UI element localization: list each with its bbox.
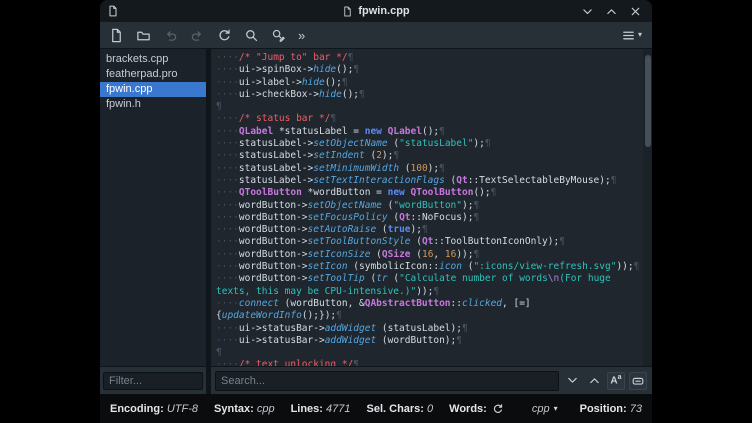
code-line: ····/* status bar */¶ xyxy=(216,113,643,125)
main-area: brackets.cppfeatherpad.profpwin.cppfpwin… xyxy=(100,49,652,366)
file-list-item[interactable]: brackets.cpp xyxy=(100,52,206,67)
status-item: Sel. Chars: 0 xyxy=(367,403,434,415)
file-list-item[interactable]: featherpad.pro xyxy=(100,67,206,82)
code-line: ····wordButton->setIconSize (QSize (16, … xyxy=(216,249,643,261)
status-item: Encoding: UTF-8 xyxy=(110,403,198,415)
window-title: fpwin.cpp xyxy=(358,5,409,17)
editor-area: ····/* "Jump to" bar */¶····ui->spinBox-… xyxy=(211,49,652,366)
word-count-refresh-icon[interactable] xyxy=(492,403,504,415)
status-item: Lines: 4771 xyxy=(291,403,351,415)
status-right: cpp ▾ Position: 73 xyxy=(532,403,642,415)
code-line: ····ui->statusBar->addWidget (statusLabe… xyxy=(216,323,643,335)
words-label: Words: xyxy=(449,403,487,415)
code-line: ····wordButton->setAutoRaise (true);¶ xyxy=(216,224,643,236)
code-line: ····wordButton->setFocusPolicy (Qt::NoFo… xyxy=(216,212,643,224)
featherpad-window: fpwin.cpp xyxy=(100,0,652,423)
chevron-down-icon: ▾ xyxy=(638,31,642,39)
code-line: ····statusLabel->setObjectName ("statusL… xyxy=(216,138,643,150)
code-line: ····QLabel *statusLabel = new QLabel();¶ xyxy=(216,126,643,138)
code-line: ····QToolButton *wordButton = new QToolB… xyxy=(216,187,643,199)
position-label: Position: xyxy=(580,403,627,415)
window-controls xyxy=(580,4,652,19)
code-line: ····wordButton->setToolButtonStyle (Qt::… xyxy=(216,236,643,248)
file-list-item[interactable]: fpwin.h xyxy=(100,97,206,112)
scrollbar-handle[interactable] xyxy=(645,55,651,147)
match-case-icon: Aa xyxy=(610,374,621,386)
title-doc-icon xyxy=(342,6,353,17)
app-icon[interactable] xyxy=(107,5,119,17)
code-line: {updateWordInfo();});¶ xyxy=(216,310,643,322)
toolbar-overflow-chevron[interactable]: » xyxy=(296,29,307,42)
code-lines[interactable]: ····/* "Jump to" bar */¶····ui->spinBox-… xyxy=(211,49,643,366)
minimize-icon[interactable] xyxy=(580,4,595,19)
status-item: Syntax: cpp xyxy=(214,403,275,415)
position-indicator: Position: 73 xyxy=(580,403,642,415)
maximize-icon[interactable] xyxy=(604,4,619,19)
code-line: ····ui->spinBox->hide();¶ xyxy=(216,64,643,76)
statusbar: Encoding: UTF-8 Syntax: cpp Lines: 4771 Sel… xyxy=(100,394,652,423)
editor-scrollbar[interactable] xyxy=(643,49,652,366)
code-line: ····ui->statusBar->addWidget (wordButton… xyxy=(216,335,643,347)
file-list[interactable]: brackets.cppfeatherpad.profpwin.cppfpwin… xyxy=(100,49,206,366)
code-line: ····ui->label->hide();¶ xyxy=(216,77,643,89)
filter-input[interactable] xyxy=(103,372,203,390)
search-cell: Aa xyxy=(211,371,652,391)
reload-icon[interactable] xyxy=(215,26,234,45)
search-previous-button[interactable] xyxy=(585,372,603,390)
search-next-button[interactable] xyxy=(563,372,581,390)
chevron-down-icon: ▾ xyxy=(554,404,558,413)
match-case-button[interactable]: Aa xyxy=(607,372,625,390)
code-line: ····/* text unlocking */¶ xyxy=(216,359,643,366)
code-line: ····statusLabel->setIndent (2);¶ xyxy=(216,150,643,162)
desktop: { "window": { "title": "fpwin.cpp" }, "t… xyxy=(0,0,752,423)
whole-word-button[interactable] xyxy=(629,372,647,390)
find-replace-icon[interactable] xyxy=(269,26,288,45)
words-group: Words: xyxy=(449,403,504,415)
open-folder-icon[interactable] xyxy=(134,26,153,45)
code-line: ¶ xyxy=(216,101,643,113)
redo-icon[interactable] xyxy=(188,26,207,45)
code-line: ····statusLabel->setMinimumWidth (100);¶ xyxy=(216,163,643,175)
titlebar[interactable]: fpwin.cpp xyxy=(100,0,652,22)
document-menu-button[interactable]: ▾ xyxy=(618,27,645,44)
syntax-selector[interactable]: cpp ▾ xyxy=(532,403,558,415)
code-line: texts, this may be CPU-intensive.)"));¶ xyxy=(216,286,643,298)
code-line: ····statusLabel->setTextInteractionFlags… xyxy=(216,175,643,187)
position-value: 73 xyxy=(630,403,642,415)
file-list-item[interactable]: fpwin.cpp xyxy=(100,82,206,97)
new-file-icon[interactable] xyxy=(107,26,126,45)
status-items: Encoding: UTF-8 Syntax: cpp Lines: 4771 Sel… xyxy=(110,403,433,415)
search-input[interactable] xyxy=(215,371,559,391)
toolbar: » ▾ xyxy=(100,22,652,49)
code-line: ····ui->checkBox->hide();¶ xyxy=(216,89,643,101)
code-line: ····wordButton->setToolTip (tr ("Calcula… xyxy=(216,273,643,285)
search-row: Aa xyxy=(100,366,652,394)
close-icon[interactable] xyxy=(628,4,643,19)
syntax-selector-value: cpp xyxy=(532,403,550,415)
code-line: ····connect (wordButton, &QAbstractButto… xyxy=(216,298,643,310)
undo-icon[interactable] xyxy=(161,26,180,45)
code-line: ¶ xyxy=(216,347,643,359)
code-line: ····wordButton->setIcon (symbolicIcon::i… xyxy=(216,261,643,273)
code-line: ····/* "Jump to" bar */¶ xyxy=(216,52,643,64)
code-line: ····wordButton->setObjectName ("wordButt… xyxy=(216,200,643,212)
filter-cell xyxy=(100,372,206,390)
window-title-group: fpwin.cpp xyxy=(100,0,652,22)
search-icon[interactable] xyxy=(242,26,261,45)
document-menu-icon xyxy=(621,28,636,43)
